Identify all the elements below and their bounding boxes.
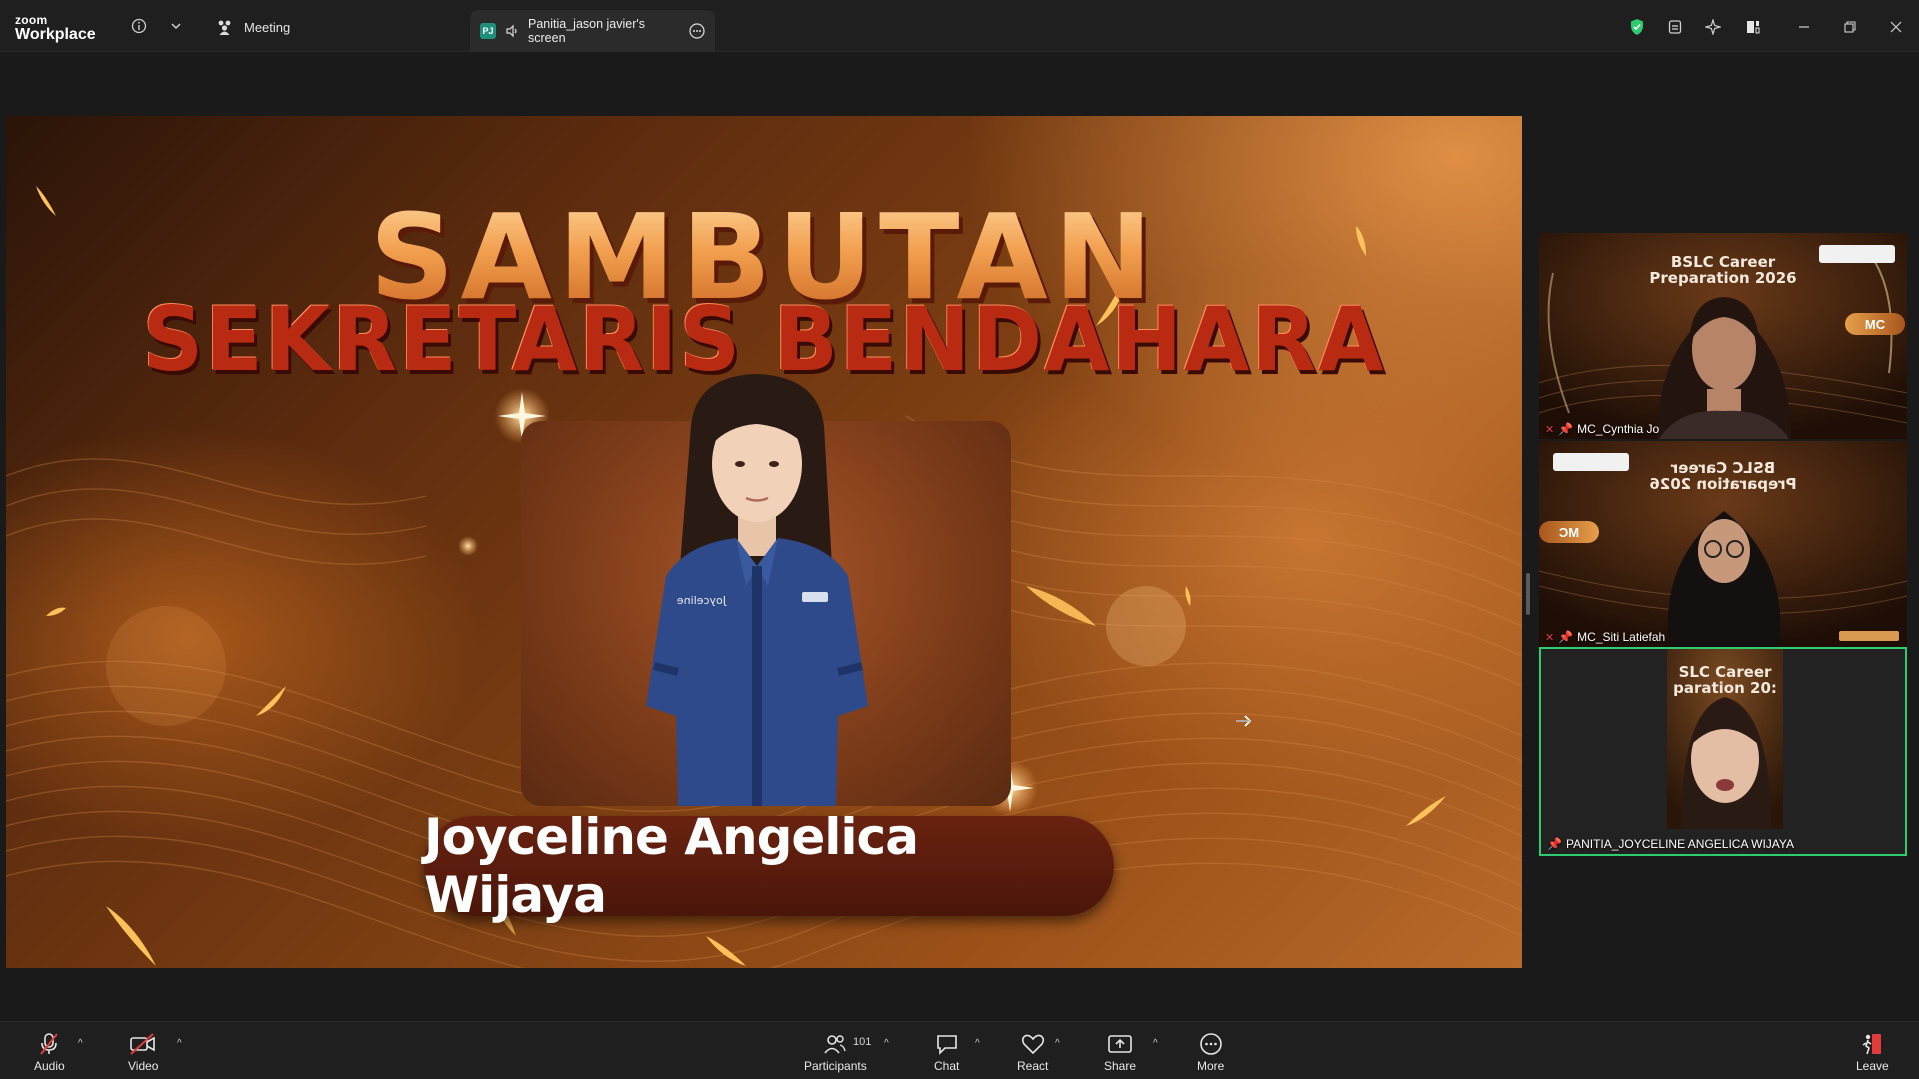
tile-caption-line2: Preparation 2026 — [1649, 475, 1797, 493]
minimize-icon[interactable] — [1794, 17, 1814, 37]
meeting-stage: SAMBUTAN SEKRETARIS BENDAHARA Joyceline … — [0, 53, 1919, 1021]
meeting-people-icon — [218, 20, 231, 35]
tile-caption-line1: BSLC Career — [1670, 459, 1776, 477]
speaker-name: Joyceline Angelica Wijaya — [424, 808, 919, 924]
participant-name-label: 📌 PANITIA_JOYCELINE ANGELICA WIJAYA — [1547, 837, 1794, 851]
cursor-arrow-icon — [1236, 715, 1252, 727]
participants-count: 101 — [853, 1036, 872, 1048]
mc-badge: MC — [1539, 521, 1599, 543]
title-bar: zoom Workplace Meeting PJ Panitia_jason … — [0, 0, 1919, 52]
sharer-avatar: PJ — [480, 23, 496, 39]
speaker-icon — [506, 24, 517, 38]
more-icon — [1199, 1032, 1223, 1056]
ai-companion-icon[interactable] — [1703, 17, 1723, 37]
chat-label: Chat — [934, 1059, 960, 1073]
leave-label: Leave — [1856, 1059, 1889, 1073]
heart-icon — [1021, 1032, 1045, 1056]
participants-icon — [823, 1032, 847, 1056]
recording-icon[interactable] — [1665, 17, 1685, 37]
mic-off-icon — [38, 1032, 60, 1056]
tile-caption: SLC Career paration 20: — [1667, 665, 1783, 696]
share-screen-icon — [1107, 1032, 1133, 1056]
participant-name-label: ✕ 📌 MC_Siti Latiefah — [1545, 630, 1665, 644]
video-label: Video — [128, 1059, 159, 1073]
share-options-caret-icon[interactable]: ^ — [1153, 1038, 1158, 1049]
chat-icon — [935, 1032, 959, 1056]
tile-caption-mirrored: BSLC Career Preparation 2026 — [1539, 459, 1907, 493]
participant-name: MC_Cynthia Jo — [1577, 422, 1660, 436]
react-options-caret-icon[interactable]: ^ — [1055, 1038, 1060, 1049]
chevron-down-icon[interactable] — [165, 15, 187, 37]
share-button[interactable]: Share — [1104, 1032, 1136, 1073]
pin-icon: 📌 — [1547, 837, 1562, 851]
participants-options-caret-icon[interactable]: ^ — [884, 1038, 889, 1049]
brand-zoom: zoom — [15, 13, 48, 27]
speaker-name-banner: Joyceline Angelica Wijaya — [424, 808, 1114, 924]
chat-button[interactable]: Chat — [934, 1032, 959, 1073]
restore-icon[interactable] — [1840, 17, 1860, 37]
brand-workplace: Workplace — [15, 26, 96, 43]
more-button[interactable]: More — [1197, 1032, 1224, 1073]
share-label: Share — [1104, 1059, 1137, 1073]
tile-caption-line2: paration 20: — [1673, 679, 1777, 697]
chat-options-caret-icon[interactable]: ^ — [975, 1038, 980, 1049]
react-button[interactable]: React — [1017, 1032, 1048, 1073]
audio-button[interactable]: Audio — [34, 1032, 65, 1073]
shirt-name-tag: Joyceline — [677, 594, 727, 607]
mic-off-icon: ✕ — [1545, 423, 1555, 436]
video-button[interactable]: Video — [128, 1032, 158, 1073]
audio-label: Audio — [34, 1059, 65, 1073]
mc-badge: MC — [1845, 313, 1905, 335]
more-label: More — [1197, 1059, 1225, 1073]
participant-name-label: ✕ 📌 MC_Cynthia Jo — [1545, 422, 1659, 436]
tile-caption: BSLC Career Preparation 2026 — [1539, 255, 1907, 286]
video-off-icon — [129, 1032, 157, 1056]
video-options-caret-icon[interactable]: ^ — [177, 1038, 182, 1049]
mic-off-icon: ✕ — [1545, 631, 1555, 644]
close-icon[interactable] — [1886, 17, 1906, 37]
leave-button[interactable]: Leave — [1856, 1032, 1889, 1073]
participant-name: MC_Siti Latiefah — [1577, 630, 1666, 644]
meeting-controls-bar: Audio ^ Video ^ Participants 101 ^ Chat … — [0, 1021, 1919, 1079]
leave-icon — [1860, 1032, 1884, 1056]
video-tile-mc-cynthia[interactable]: BSLC Career Preparation 2026 MC ✕ 📌 MC_C… — [1539, 233, 1907, 439]
tab-shared-screen[interactable]: PJ Panitia_jason javier's screen — [470, 10, 715, 52]
security-shield-icon[interactable] — [1627, 17, 1647, 37]
gallery-resize-handle[interactable] — [1526, 573, 1530, 615]
participant-name: PANITIA_JOYCELINE ANGELICA WIJAYA — [1565, 837, 1795, 851]
pin-icon: 📌 — [1558, 422, 1574, 436]
tab-meeting-label: Meeting — [244, 19, 291, 35]
info-icon[interactable] — [128, 15, 150, 37]
participants-label: Participants — [804, 1059, 867, 1073]
shared-screen: SAMBUTAN SEKRETARIS BENDAHARA Joyceline … — [6, 116, 1522, 968]
tab-meeting[interactable]: Meeting — [216, 16, 290, 38]
audio-options-caret-icon[interactable]: ^ — [78, 1038, 83, 1049]
speaker-photo: Joyceline — [646, 374, 868, 806]
tile-caption-line2: Preparation 2026 — [1649, 269, 1797, 287]
more-options-icon[interactable] — [689, 23, 705, 39]
pin-icon: 📌 — [1558, 630, 1574, 644]
video-tile-panitia-joyceline[interactable]: SLC Career paration 20: 📌 PANITIA_JOYCEL… — [1539, 647, 1907, 856]
react-label: React — [1017, 1059, 1049, 1073]
zoom-workplace-logo: zoom Workplace — [15, 14, 96, 43]
video-tile-mc-siti[interactable]: BSLC Career Preparation 2026 MC ✕ 📌 MC_S… — [1539, 441, 1907, 647]
tab-shared-screen-label: Panitia_jason javier's screen — [528, 17, 646, 45]
tile-caption-line1: SLC Career — [1678, 663, 1772, 681]
tile-caption-line1: BSLC Career — [1670, 253, 1776, 271]
view-layout-icon[interactable] — [1743, 17, 1763, 37]
